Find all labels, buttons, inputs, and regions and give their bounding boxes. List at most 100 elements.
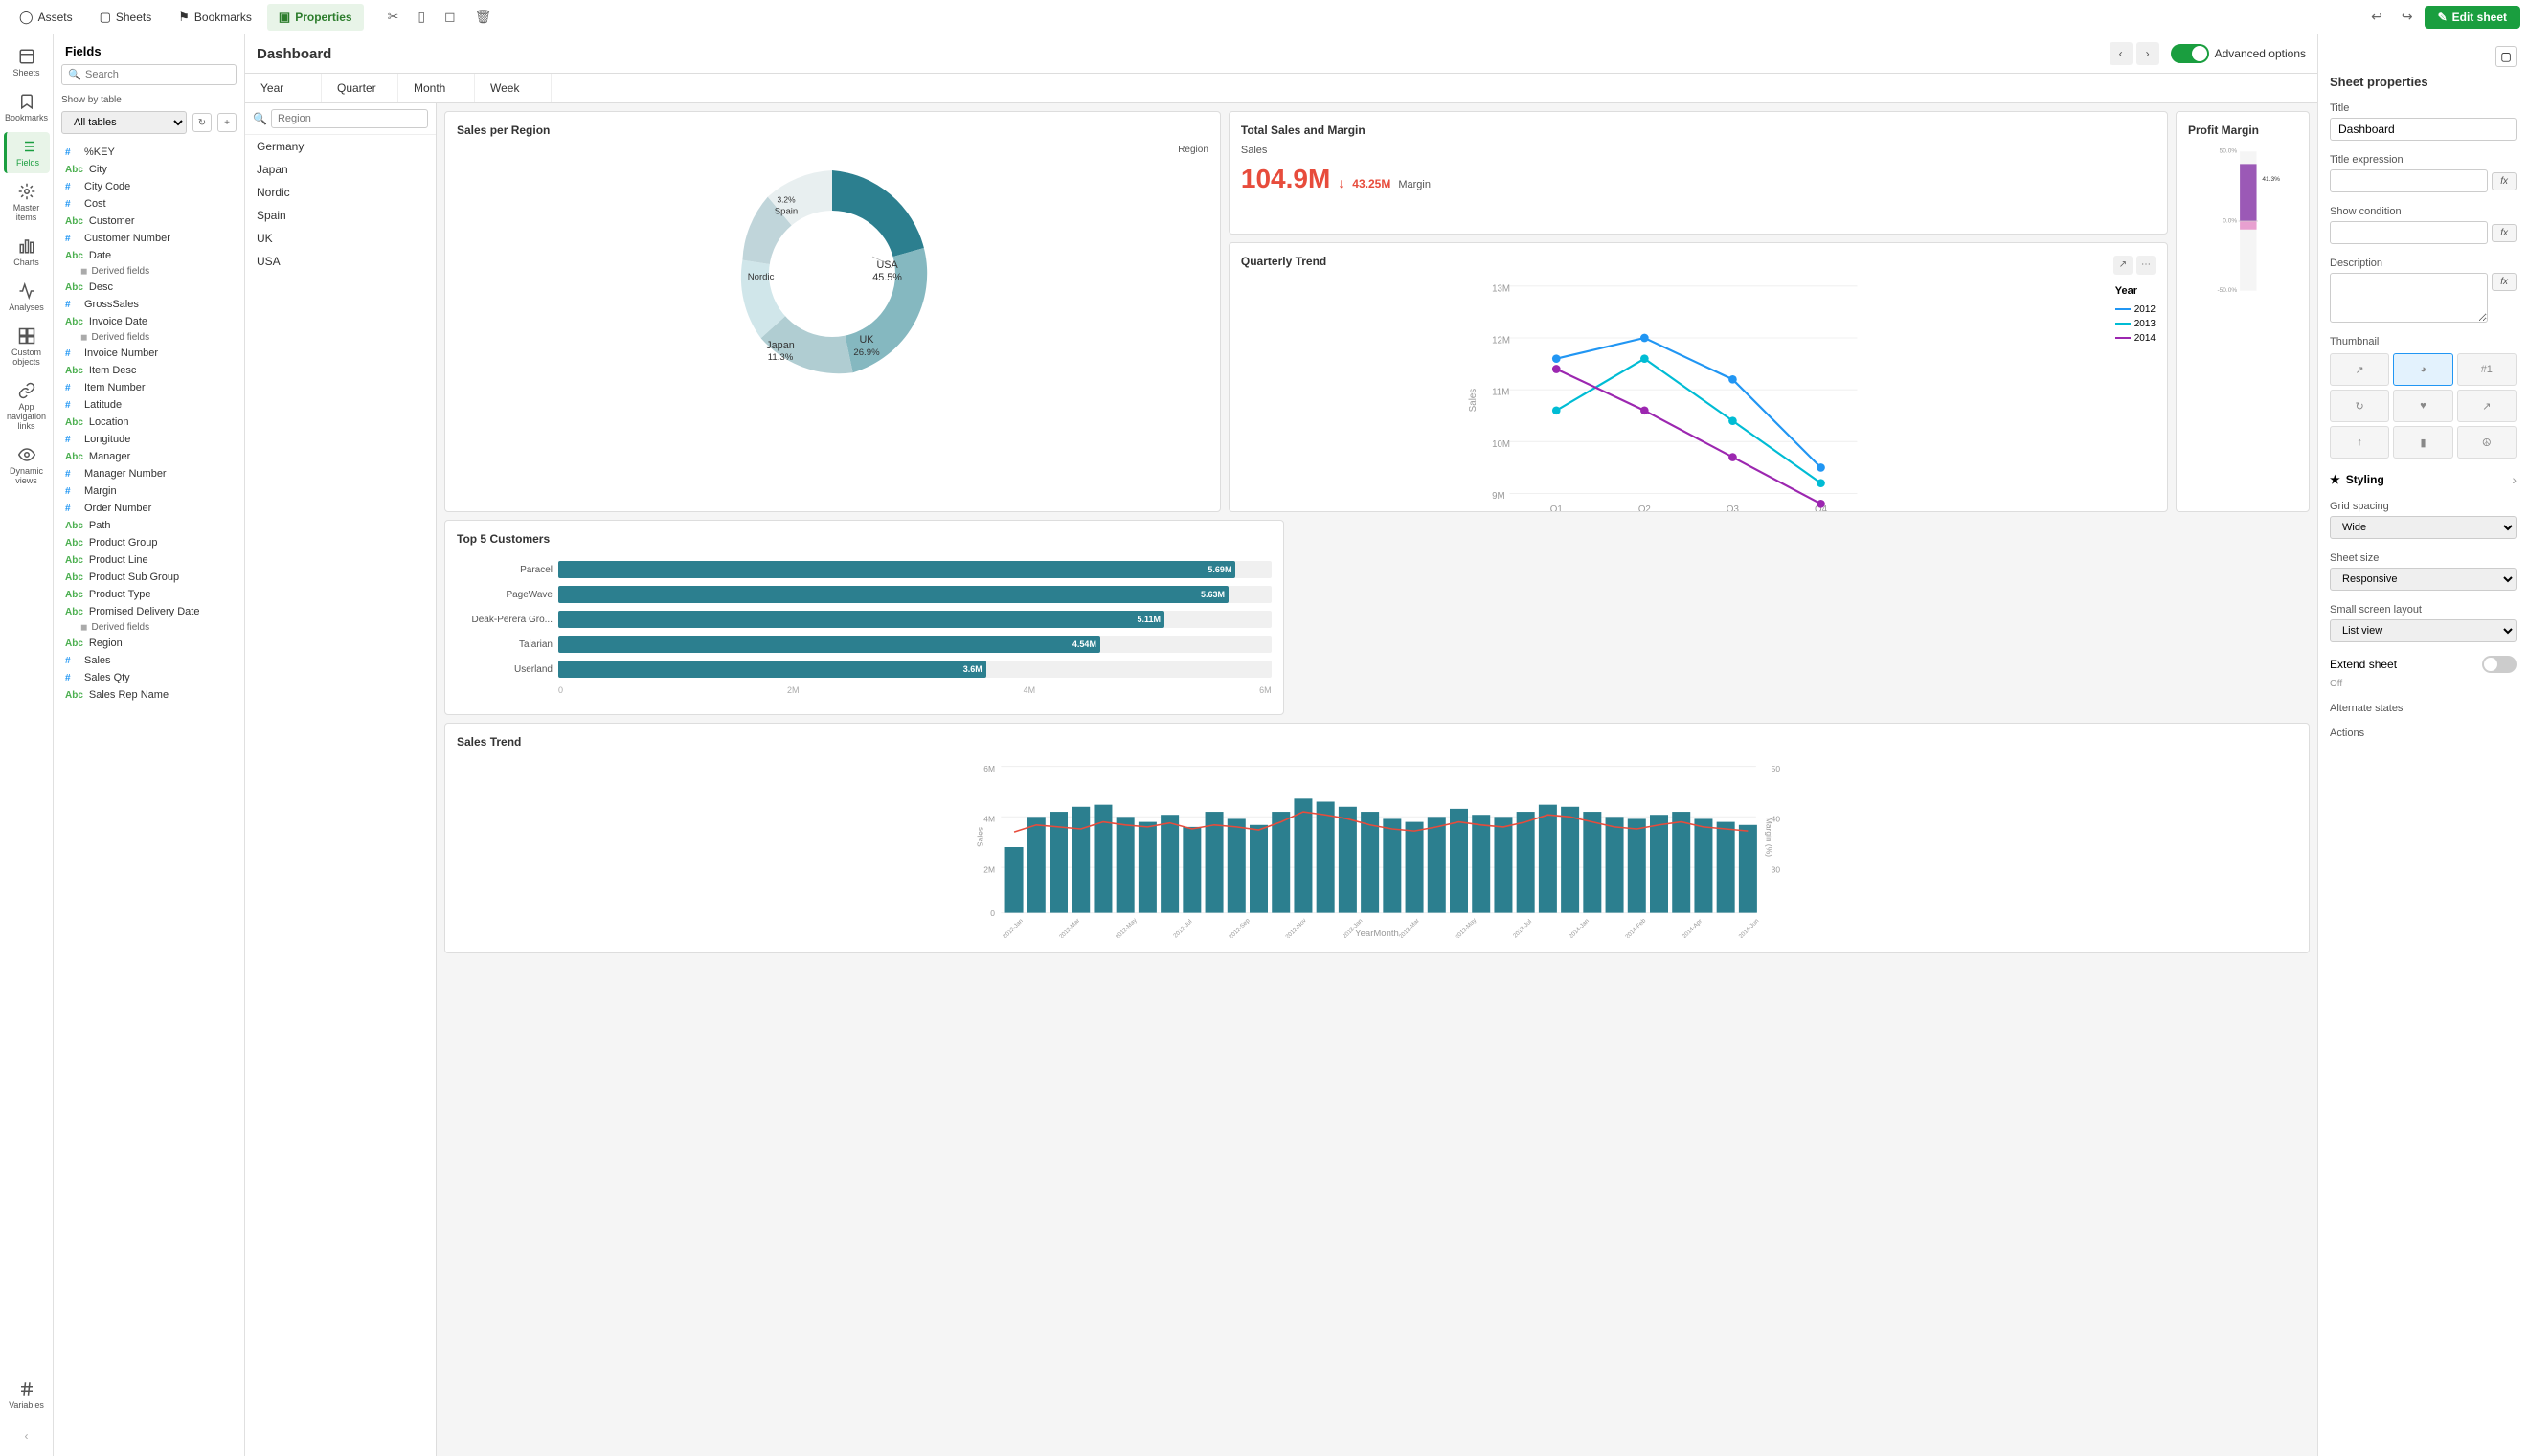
advanced-options-toggle[interactable]: Advanced options (2171, 44, 2306, 63)
tab-sheets[interactable]: ▢ Sheets (88, 4, 164, 31)
field-item-desc[interactable]: Abc Desc (54, 279, 244, 296)
thumb-image[interactable]: ♥ (2393, 390, 2452, 422)
show-by-table-select[interactable]: All tables (61, 111, 187, 134)
prop-show-condition-input[interactable] (2330, 221, 2488, 244)
field-item-grosssales[interactable]: # GrossSales (54, 296, 244, 313)
thumb-bar[interactable]: ▮ (2393, 426, 2452, 459)
sidebar-item-app-nav[interactable]: App navigation links (4, 376, 50, 437)
region-item-usa[interactable]: USA (245, 250, 436, 273)
region-item-spain[interactable]: Spain (245, 204, 436, 227)
refresh-icon[interactable]: ↻ (192, 113, 212, 132)
field-item-productsubgroup[interactable]: Abc Product Sub Group (54, 569, 244, 586)
prop-extend-sheet-toggle[interactable] (2482, 656, 2517, 673)
filter-year[interactable]: Year (245, 74, 322, 102)
field-item-customer[interactable]: Abc Customer (54, 213, 244, 230)
more-quarterly-button[interactable]: ⋯ (2136, 256, 2156, 275)
sidebar-item-analyses[interactable]: Analyses (4, 277, 50, 318)
filter-quarter[interactable]: Quarter (322, 74, 398, 102)
prop-grid-spacing-select[interactable]: Wide (2330, 516, 2517, 539)
prev-sheet-button[interactable]: ‹ (2110, 42, 2133, 65)
prop-thumbnail-label: Thumbnail (2330, 336, 2517, 347)
field-item-productgroup[interactable]: Abc Product Group (54, 534, 244, 551)
sidebar-item-fields[interactable]: Fields (4, 132, 50, 173)
prop-title-expr-input[interactable] (2330, 169, 2488, 192)
add-field-icon[interactable]: + (217, 113, 237, 132)
advanced-options-switch[interactable] (2171, 44, 2209, 63)
field-item-sales[interactable]: # Sales (54, 652, 244, 669)
field-item-ordernumber[interactable]: # Order Number (54, 500, 244, 517)
prop-description-fx-button[interactable]: fx (2492, 273, 2517, 291)
thumb-upload2[interactable]: ↑ (2330, 426, 2389, 459)
redo-button[interactable]: ↪ (2394, 5, 2421, 29)
field-item-region[interactable]: Abc Region (54, 635, 244, 652)
prop-title-input[interactable] (2330, 118, 2517, 141)
thumb-more[interactable]: ☮ (2457, 426, 2517, 459)
field-item-invoicedate[interactable]: Abc Invoice Date (54, 313, 244, 330)
region-item-nordic[interactable]: Nordic (245, 181, 436, 204)
collapse-sidebar-button[interactable]: ‹ (19, 1423, 34, 1448)
field-item-cost[interactable]: # Cost (54, 195, 244, 213)
profit-title: Profit Margin (2188, 123, 2297, 137)
sidebar-item-custom-objects[interactable]: Custom objects (4, 322, 50, 372)
tab-bookmarks[interactable]: ⚑ Bookmarks (167, 4, 263, 31)
prop-small-screen-select[interactable]: List view (2330, 619, 2517, 642)
field-item-invoicenumber[interactable]: # Invoice Number (54, 345, 244, 362)
thumb-line[interactable]: ↗ (2457, 390, 2517, 422)
region-item-japan[interactable]: Japan (245, 158, 436, 181)
field-item-key[interactable]: # %KEY (54, 144, 244, 161)
sidebar-item-variables[interactable]: Variables (4, 1375, 50, 1416)
field-item-managernumber[interactable]: # Manager Number (54, 465, 244, 482)
field-item-salesqty[interactable]: # Sales Qty (54, 669, 244, 686)
field-derived-invoicedate[interactable]: ◼ Derived fields (54, 330, 244, 345)
field-item-manager[interactable]: Abc Manager (54, 448, 244, 465)
field-item-latitude[interactable]: # Latitude (54, 396, 244, 414)
styling-header[interactable]: ★ Styling › (2330, 472, 2517, 487)
copy-button[interactable]: ▯ (410, 5, 433, 29)
thumb-upload[interactable]: ↗ (2330, 353, 2389, 386)
tab-properties[interactable]: ▣ Properties (267, 4, 364, 31)
field-item-salesrepname[interactable]: Abc Sales Rep Name (54, 686, 244, 704)
field-item-promiseddelivery[interactable]: Abc Promised Delivery Date (54, 603, 244, 620)
field-item-itemnumber[interactable]: # Item Number (54, 379, 244, 396)
field-item-path[interactable]: Abc Path (54, 517, 244, 534)
field-item-margin[interactable]: # Margin (54, 482, 244, 500)
field-item-city[interactable]: Abc City (54, 161, 244, 178)
delete-button[interactable]: 🗑 (467, 5, 500, 29)
prop-title-expr-fx-button[interactable]: fx (2492, 172, 2517, 190)
prop-show-condition-fx-button[interactable]: fx (2492, 224, 2517, 242)
field-item-citycode[interactable]: # City Code (54, 178, 244, 195)
sidebar-item-charts[interactable]: Charts (4, 232, 50, 273)
undo-button[interactable]: ↩ (2363, 5, 2390, 29)
prop-description-input[interactable] (2330, 273, 2488, 323)
field-item-productline[interactable]: Abc Product Line (54, 551, 244, 569)
sidebar-item-bookmarks[interactable]: Bookmarks (4, 87, 50, 128)
edit-sheet-button[interactable]: ✎ Edit sheet (2425, 6, 2520, 29)
filter-month[interactable]: Month (398, 74, 475, 102)
preview-icon[interactable]: ▢ (2495, 46, 2517, 67)
field-item-longitude[interactable]: # Longitude (54, 431, 244, 448)
field-item-producttype[interactable]: Abc Product Type (54, 586, 244, 603)
next-sheet-button[interactable]: › (2136, 42, 2159, 65)
paste-button[interactable]: ◻ (437, 5, 463, 29)
region-search-input[interactable] (271, 109, 428, 128)
filter-week[interactable]: Week (475, 74, 552, 102)
sidebar-item-sheets[interactable]: Sheets (4, 42, 50, 83)
sidebar-item-dynamic-views[interactable]: Dynamic views (4, 440, 50, 491)
tab-assets[interactable]: ◯ Assets (8, 4, 84, 31)
field-derived-date[interactable]: ◼ Derived fields (54, 264, 244, 279)
thumb-refresh[interactable]: ↻ (2330, 390, 2389, 422)
region-item-uk[interactable]: UK (245, 227, 436, 250)
sidebar-item-master-items[interactable]: Master items (4, 177, 50, 228)
prop-sheet-size-select[interactable]: Responsive (2330, 568, 2517, 591)
thumb-hash[interactable]: #1 (2457, 353, 2517, 386)
field-item-customernumber[interactable]: # Customer Number (54, 230, 244, 247)
field-derived-promiseddelivery[interactable]: ◼ Derived fields (54, 620, 244, 635)
field-item-location[interactable]: Abc Location (54, 414, 244, 431)
field-item-itemdesc[interactable]: Abc Item Desc (54, 362, 244, 379)
cut-button[interactable]: ✂ (380, 5, 407, 29)
field-item-date[interactable]: Abc Date (54, 247, 244, 264)
region-item-germany[interactable]: Germany (245, 135, 436, 158)
expand-quarterly-button[interactable]: ↗ (2113, 256, 2133, 275)
search-input[interactable] (61, 64, 237, 85)
thumb-pie[interactable]: ◕ (2393, 353, 2452, 386)
